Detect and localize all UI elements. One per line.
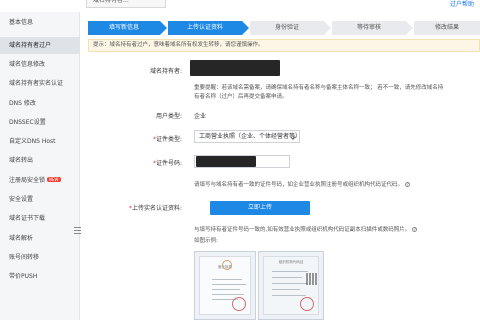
sample-org-code-certificate-image: 组织机构代码证 bbox=[258, 251, 324, 320]
step-upload: 上传认证资料 bbox=[168, 21, 250, 35]
user-type-label: 用户类型: bbox=[155, 113, 182, 120]
sidebar-item-dns-resolve[interactable]: 域名解析 bbox=[0, 230, 80, 247]
holder-name-redacted bbox=[190, 60, 280, 76]
sidebar: 基本信息 域名持有者过户 域名信息修改 域名持有者实名认证 DNS 修改 DNS… bbox=[0, 12, 81, 320]
page-tab[interactable]: 域名持有者... bbox=[86, 0, 166, 8]
notice-banner: 提示：域名持有者过户，意味着域名所有权发生转移，请您谨慎操作。 bbox=[88, 39, 480, 52]
sample-business-license-image: 营业执照 bbox=[194, 251, 256, 320]
sidebar-collapse-handle[interactable] bbox=[74, 227, 81, 239]
cert-number-label: *证件号码: bbox=[152, 160, 182, 167]
sidebar-item-info-modify[interactable]: 域名信息修改 bbox=[0, 56, 80, 73]
upload-button[interactable]: 立即上传 bbox=[210, 201, 310, 215]
example-label: 如图示例: bbox=[194, 238, 218, 244]
sidebar-item-push[interactable]: 带价PUSH bbox=[0, 268, 80, 285]
cert-hint: 请填写与域名持有者一致的证件号码，如企业营业执照注册号或组织机构代码证代码。? bbox=[194, 182, 411, 188]
transfer-help-link[interactable]: 过户帮助 bbox=[450, 0, 474, 10]
user-type-value: 企业 bbox=[194, 113, 207, 120]
new-badge: NEW bbox=[47, 177, 61, 182]
sidebar-item-holder-transfer[interactable]: 域名持有者过户 bbox=[0, 37, 80, 54]
upload-label: *上传实名认证资料: bbox=[128, 205, 182, 212]
sidebar-item-dns-modify[interactable]: DNS 修改 bbox=[0, 95, 80, 112]
cert-number-redacted bbox=[196, 156, 256, 167]
sidebar-item-transfer-out[interactable]: 域名转出 bbox=[0, 152, 80, 169]
step-fill-info: 填写新信息 bbox=[88, 21, 168, 35]
step-review: 等待审核 bbox=[332, 21, 414, 35]
upload-hint: 与填写持有者证件号码一致的,如有效营业执照或组织机构代码证副本扫描件或数码照片。… bbox=[194, 227, 418, 233]
sidebar-item-custom-dns[interactable]: 自定义DNS Host bbox=[0, 133, 80, 150]
progress-steps: 填写新信息 上传认证资料 身份验证 等待审核 修改结果 bbox=[88, 21, 480, 35]
holder-label: 域名持有者: bbox=[149, 68, 182, 75]
sample2-title: 组织机构代码证 bbox=[278, 260, 304, 264]
cert-type-label: *证件类型: bbox=[152, 136, 182, 143]
sidebar-item-security[interactable]: 安全设置 bbox=[0, 191, 80, 208]
info-icon: ? bbox=[405, 182, 411, 187]
top-bar: 域名持有者... 过户帮助 bbox=[0, 0, 480, 12]
sidebar-item-cert-download[interactable]: 域名证书下载 bbox=[0, 210, 80, 227]
step-verify: 身份验证 bbox=[250, 21, 332, 35]
cert-type-select[interactable]: 工商营业执照（企业、个体经营者等） bbox=[194, 130, 301, 143]
sidebar-item-basic-info[interactable]: 基本信息 bbox=[0, 14, 80, 31]
info-icon: ? bbox=[412, 227, 418, 232]
sidebar-item-dnssec[interactable]: DNSSEC设置 bbox=[0, 114, 80, 131]
holder-hint: 重要提醒：若该域名需备案，请确保域名持有者名称与备案主体名称一致； 若不一致，请… bbox=[194, 85, 444, 100]
sidebar-item-realname[interactable]: 域名持有者实名认证 bbox=[0, 75, 80, 92]
sidebar-item-registry-lock[interactable]: 注册局安全锁 NEW bbox=[0, 172, 80, 189]
sidebar-item-account-transfer[interactable]: 账号间转移 bbox=[0, 249, 80, 266]
step-result: 修改结果 bbox=[414, 21, 480, 35]
